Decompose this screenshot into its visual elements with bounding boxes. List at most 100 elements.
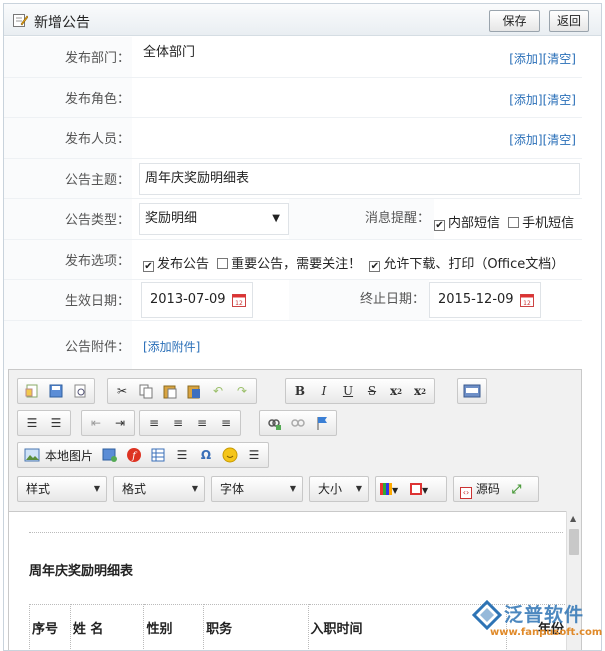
strikethrough-icon[interactable]: S xyxy=(361,381,383,401)
unlink-icon[interactable] xyxy=(287,413,309,433)
person-label: 发布人员： xyxy=(4,118,132,158)
bold-icon[interactable]: B xyxy=(289,381,311,401)
edit-icon xyxy=(13,14,28,27)
end-date-input[interactable]: 2015-12-09 12 xyxy=(429,282,541,318)
save-button[interactable]: 保存 xyxy=(489,10,540,32)
calendar-icon[interactable]: 12 xyxy=(520,293,534,307)
person-field[interactable]: [添加][清空] xyxy=(134,118,582,158)
redo-icon[interactable]: ↷ xyxy=(231,381,253,401)
dropdown-arrow-icon: ▼ xyxy=(191,484,198,493)
italic-icon[interactable]: I xyxy=(313,381,335,401)
row-role: 发布角色： [添加][清空] xyxy=(4,77,582,118)
dropdown-arrow-icon: ▼ xyxy=(392,486,399,495)
table-header-cell: 姓 名 xyxy=(69,604,145,650)
size-select[interactable]: 大小 ▼ xyxy=(309,476,369,502)
toolbar-file-group xyxy=(17,378,95,404)
style-select-label: 样式 xyxy=(26,482,51,496)
font-select[interactable]: 字体 ▼ xyxy=(211,476,303,502)
style-select[interactable]: 样式 ▼ xyxy=(17,476,107,502)
subject-label: 公告主题： xyxy=(4,158,132,198)
new-document-icon[interactable] xyxy=(21,381,43,401)
person-add-link[interactable]: [添加] xyxy=(509,133,542,147)
text-color-icon[interactable] xyxy=(380,483,392,495)
special-char-icon[interactable]: Ω xyxy=(195,445,217,465)
underline-icon[interactable]: U xyxy=(337,381,359,401)
source-code-icon[interactable]: ‹› xyxy=(460,487,472,499)
subscript-icon[interactable]: x2 xyxy=(385,381,407,401)
internal-sms-checkbox[interactable]: ✔ xyxy=(434,220,445,231)
start-date-input[interactable]: 2013-07-09 12 xyxy=(141,282,253,318)
brand-logo-icon xyxy=(472,600,502,630)
scrollbar-thumb[interactable] xyxy=(569,529,579,555)
source-button[interactable]: 源码 xyxy=(476,482,500,496)
table-header-cell: 性别 xyxy=(143,604,205,650)
add-attachment-link[interactable]: [添加附件] xyxy=(143,338,200,355)
copy-icon[interactable] xyxy=(135,381,157,401)
smiley-icon[interactable] xyxy=(219,445,241,465)
local-image-button[interactable]: 本地图片 xyxy=(45,447,93,464)
allow-download-checkbox[interactable]: ✔ xyxy=(369,260,381,272)
remind-label: 消息提醒： xyxy=(289,199,434,239)
mobile-sms-checkbox[interactable] xyxy=(508,217,520,228)
page-break-icon[interactable]: ☰ xyxy=(243,445,265,465)
subject-input[interactable]: 周年庆奖励明细表 xyxy=(139,162,580,195)
toolbar-text-group: B I U S x2 x2 xyxy=(285,378,435,404)
horizontal-rule-icon[interactable]: ☰ xyxy=(171,445,193,465)
person-clear-link[interactable]: [清空] xyxy=(543,133,576,147)
scroll-up-icon[interactable]: ▲ xyxy=(570,514,576,523)
content-title: 周年庆奖励明细表 xyxy=(29,564,134,579)
type-select[interactable]: 奖励明细 ▼ xyxy=(139,203,289,235)
align-justify-icon[interactable]: ≡ xyxy=(215,413,237,433)
undo-icon[interactable]: ↶ xyxy=(207,381,229,401)
align-right-icon[interactable]: ≡ xyxy=(191,413,213,433)
calendar-icon[interactable]: 12 xyxy=(232,293,246,307)
role-add-link[interactable]: [添加] xyxy=(509,93,542,107)
toolbar-indent-group: ⇤ ⇥ xyxy=(81,410,135,436)
back-button[interactable]: 返回 xyxy=(549,10,589,32)
anchor-flag-icon[interactable] xyxy=(311,413,333,433)
preview-icon[interactable] xyxy=(69,381,91,401)
svg-text:12: 12 xyxy=(235,300,243,307)
content-divider xyxy=(29,532,563,533)
end-date-label: 终止日期： xyxy=(289,280,429,320)
department-add-link[interactable]: [添加] xyxy=(509,52,542,66)
align-left-icon[interactable]: ≡ xyxy=(143,413,165,433)
svg-text:12: 12 xyxy=(523,300,531,307)
type-select-value: 奖励明细 xyxy=(145,211,198,226)
cut-icon[interactable]: ✂ xyxy=(111,381,133,401)
department-value: 全体部门 xyxy=(143,45,196,60)
insert-field-icon[interactable] xyxy=(461,381,483,401)
toolbar-list-group: ☰ ☰ xyxy=(17,410,71,436)
table-icon[interactable] xyxy=(147,445,169,465)
department-clear-link[interactable]: [清空] xyxy=(543,52,576,66)
row-type: 公告类型： 奖励明细 ▼ 消息提醒： ✔ 内部短信 手机短信 xyxy=(4,199,582,240)
end-date-value: 2015-12-09 xyxy=(438,292,514,307)
unordered-list-icon[interactable]: ☰ xyxy=(45,413,67,433)
align-center-icon[interactable]: ≡ xyxy=(167,413,189,433)
paste-icon[interactable] xyxy=(159,381,181,401)
maximize-icon[interactable]: ⤢ xyxy=(512,482,522,496)
image-icon[interactable] xyxy=(21,445,43,465)
department-field[interactable]: 全体部门 [添加][清空] xyxy=(134,37,582,77)
publish-options: ✔ 发布公告 重要公告，需要关注！ ✔ 允许下载、打印（Office文档） xyxy=(143,253,564,272)
paste-word-icon[interactable] xyxy=(183,381,205,401)
outdent-icon[interactable]: ⇤ xyxy=(85,413,107,433)
important-checkbox[interactable] xyxy=(217,257,229,269)
insert-image-icon[interactable] xyxy=(99,445,121,465)
ordered-list-icon[interactable]: ☰ xyxy=(21,413,43,433)
link-icon[interactable] xyxy=(263,413,285,433)
role-field[interactable]: [添加][清空] xyxy=(134,77,582,117)
role-clear-link[interactable]: [清空] xyxy=(543,93,576,107)
toolbar-clipboard-group: ✂ ↶ ↷ xyxy=(107,378,257,404)
superscript-icon[interactable]: x2 xyxy=(409,381,431,401)
bg-color-icon[interactable] xyxy=(409,483,422,495)
save-document-icon[interactable] xyxy=(45,381,67,401)
publish-label: 发布公告 xyxy=(157,256,210,272)
indent-icon[interactable]: ⇥ xyxy=(109,413,131,433)
important-label: 重要公告，需要关注！ xyxy=(231,256,362,272)
mobile-sms-label: 手机短信 xyxy=(522,216,575,231)
format-select[interactable]: 格式 ▼ xyxy=(113,476,205,502)
toolbar-align-group: ≡ ≡ ≡ ≡ xyxy=(139,410,241,436)
flash-icon[interactable]: f xyxy=(123,445,145,465)
publish-checkbox[interactable]: ✔ xyxy=(143,260,154,272)
